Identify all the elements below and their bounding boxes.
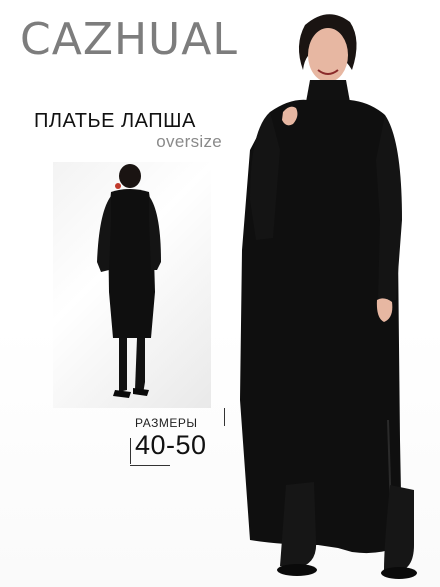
turtleneck-collar <box>306 80 350 102</box>
product-title: ПЛАТЬЕ ЛАПША <box>34 110 196 132</box>
sizes-value: 40-50 <box>135 430 207 460</box>
sizes-label: РАЗМЕРЫ <box>135 416 198 430</box>
sizes-block: РАЗМЕРЫ 40-50 <box>130 408 225 466</box>
product-subtitle: oversize <box>156 132 222 151</box>
back-view-model <box>97 164 161 398</box>
back-view-photo <box>53 162 211 408</box>
left-boot <box>280 482 317 568</box>
brand-logo: CAZHUAL <box>20 14 238 65</box>
product-title-block: ПЛАТЬЕ ЛАПША oversize <box>34 110 224 151</box>
product-card: CAZHUAL ПЛАТЬЕ ЛАПША oversize РАЗМЕРЫ 40… <box>0 0 440 587</box>
